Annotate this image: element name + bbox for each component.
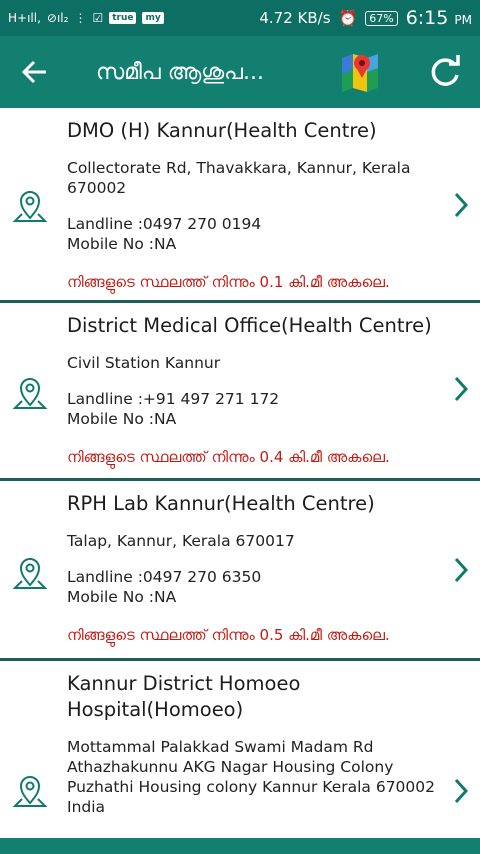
mobile: Mobile No :NA — [67, 235, 177, 253]
mobile: Mobile No :NA — [67, 410, 177, 428]
chevron-right-icon — [454, 557, 469, 583]
chevron-right-icon — [454, 192, 469, 218]
status-left-icons: H+ıll, ⊘ıl₂ ⋮ ☑ true my — [8, 11, 164, 25]
bottom-strip — [0, 838, 480, 854]
clock-time: 6:15 — [405, 7, 449, 29]
no-sim-icon: ⊘ıl₂ — [46, 11, 69, 25]
hospital-name: Kannur District Homoeo Hospital(Homoeo) — [67, 672, 301, 721]
distance-text: നിങ്ങളുടെ സ്ഥലത്ത് നിന്നും 0.5 കി.മീ അകല… — [67, 626, 390, 644]
check-icon: ☑ — [92, 11, 104, 25]
distance-text: നിങ്ങളുടെ സ്ഥലത്ത് നിന്നും 0.1 കി.മീ അകല… — [67, 273, 390, 291]
status-bar: H+ıll, ⊘ıl₂ ⋮ ☑ true my 4.72 KB/s ⏰ 67% … — [0, 0, 480, 36]
hospital-address: Civil Station Kannur — [67, 354, 221, 372]
hospital-address: Mottammal Palakkad Swami Madam Rd Athazh… — [67, 738, 436, 816]
true-app-icon: true — [109, 12, 137, 24]
hospital-list: DMO (H) Kannur(Health Centre) Collectora… — [0, 108, 480, 840]
hospital-address: Collectorate Rd, Thavakkara, Kannur, Ker… — [67, 159, 411, 197]
arrow-left-icon — [22, 60, 46, 84]
signal-icon: H+ıll, — [8, 11, 41, 25]
hospital-address: Talap, Kannur, Kerala 670017 — [67, 532, 295, 550]
chevron-right-icon — [454, 376, 469, 402]
network-speed: 4.72 KB/s — [259, 9, 331, 27]
hospital-name: RPH Lab Kannur(Health Centre) — [67, 492, 375, 515]
mobile: Mobile No :NA — [67, 588, 177, 606]
refresh-button[interactable] — [410, 36, 480, 108]
distance-text: നിങ്ങളുടെ സ്ഥലത്ത് നിന്നും 0.4 കി.മീ അകല… — [67, 448, 390, 466]
chevron-right-icon — [454, 778, 469, 804]
landline: Landline :0497 270 6350 — [67, 568, 262, 586]
map-button[interactable] — [336, 48, 384, 96]
list-item[interactable]: RPH Lab Kannur(Health Centre) Talap, Kan… — [0, 481, 480, 661]
battery-indicator: 67% — [365, 10, 398, 26]
location-pin-icon — [12, 776, 48, 807]
list-item[interactable]: District Medical Office(Health Centre) C… — [0, 303, 480, 481]
google-maps-icon — [342, 54, 378, 92]
menu-dots-icon: ⋮ — [74, 11, 87, 25]
status-right: 4.72 KB/s ⏰ 67% 6:15 PM — [259, 7, 472, 29]
location-pin-icon — [12, 558, 48, 589]
refresh-icon — [431, 55, 460, 86]
back-button[interactable] — [0, 36, 70, 108]
list-item[interactable]: DMO (H) Kannur(Health Centre) Collectora… — [0, 108, 480, 303]
landline: Landline :+91 497 271 172 — [67, 390, 280, 408]
app-bar: സമീപ ആശുപ... — [0, 36, 480, 108]
my-app-icon: my — [142, 12, 164, 24]
list-item[interactable]: Kannur District Homoeo Hospital(Homoeo) … — [0, 661, 480, 840]
location-pin-icon — [12, 191, 48, 222]
landline: Landline :0497 270 0194 — [67, 215, 262, 233]
location-pin-icon — [12, 378, 48, 409]
clock: 6:15 PM — [406, 7, 472, 29]
alarm-icon: ⏰ — [338, 9, 358, 27]
clock-ampm: PM — [454, 13, 472, 27]
page-title: സമീപ ആശുപ... — [96, 59, 264, 85]
hospital-name: DMO (H) Kannur(Health Centre) — [67, 119, 377, 142]
hospital-name: District Medical Office(Health Centre) — [67, 314, 432, 337]
